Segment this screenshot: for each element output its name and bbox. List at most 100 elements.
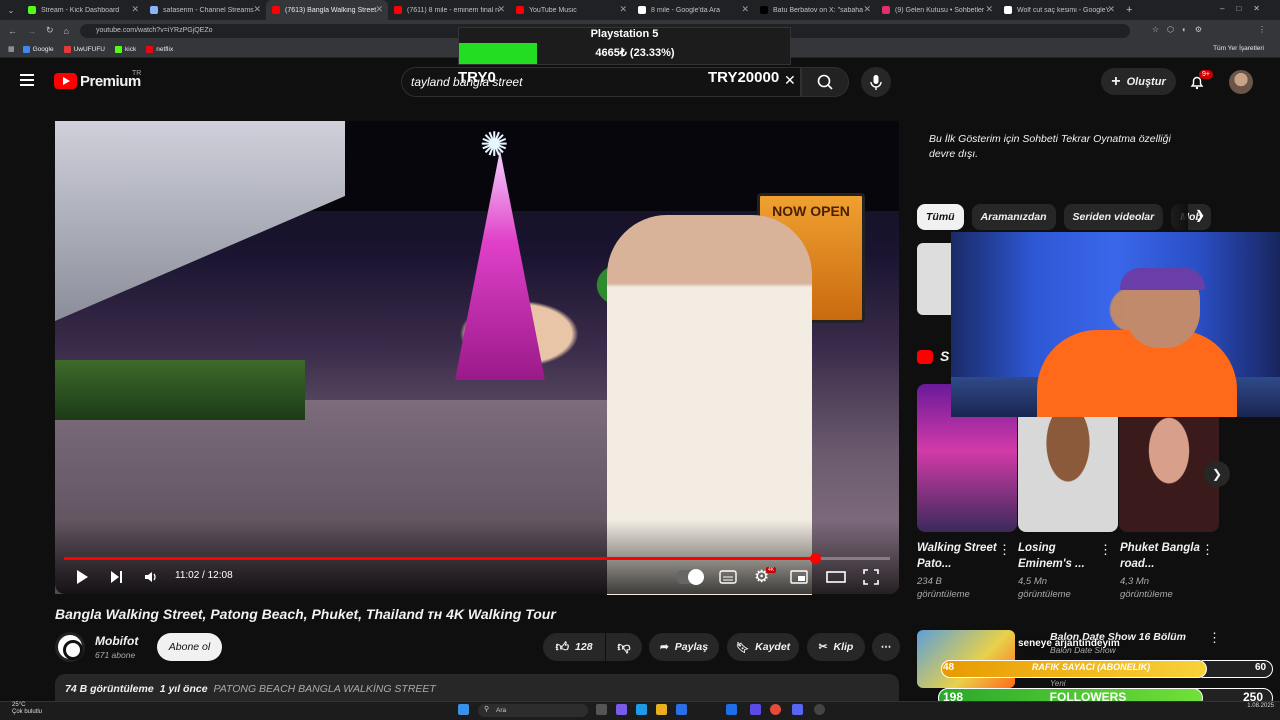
like-button[interactable]: 👍︎ 128 (543, 633, 605, 661)
new-tab-button[interactable]: + (1126, 4, 1132, 16)
close-tab-icon[interactable]: ✕ (985, 4, 993, 15)
reload-icon[interactable]: ↻ (46, 25, 54, 36)
notification-badge: 9+ (1199, 70, 1213, 79)
bookmark-favicon-icon (146, 45, 154, 53)
close-tab-icon[interactable]: ✕ (741, 4, 749, 15)
avatar[interactable] (1229, 70, 1253, 94)
close-tab-icon[interactable]: ✕ (253, 4, 261, 15)
search-button[interactable] (801, 67, 849, 97)
tab-6[interactable]: 8 mile - Google'da Ara ✕ (632, 0, 754, 20)
seek-handle[interactable] (810, 553, 821, 564)
windows-start-icon[interactable] (458, 704, 469, 715)
more-icon: ⋯ (880, 641, 892, 653)
clip-button[interactable]: ✂ Klip (807, 633, 865, 661)
play-icon[interactable] (74, 569, 90, 588)
dislike-button[interactable]: 👎︎ (606, 633, 642, 661)
close-tab-icon[interactable]: ✕ (1107, 4, 1115, 15)
channel-avatar[interactable] (55, 632, 85, 662)
obs-icon[interactable] (814, 704, 825, 715)
autoplay-toggle[interactable] (676, 569, 704, 585)
back-icon[interactable]: ← (8, 26, 17, 36)
weather-widget[interactable]: 25°C Çok bulutlu (12, 702, 42, 716)
bookmark-1[interactable]: Google (22, 45, 54, 53)
all-bookmarks[interactable]: Tüm Yer İşaretleri (1213, 45, 1264, 52)
edge-icon[interactable] (636, 704, 647, 715)
quality-badge: 4K (766, 567, 777, 573)
short-title-2[interactable]: Losing Eminem's ... (1018, 540, 1098, 572)
app-icon-1[interactable] (616, 704, 627, 715)
subtitles-icon[interactable] (719, 570, 737, 587)
theater-mode-icon[interactable] (826, 570, 846, 587)
close-tab-icon[interactable]: ✕ (131, 4, 139, 15)
bookmark-3[interactable]: kick (115, 45, 136, 53)
forward-icon[interactable]: → (27, 26, 36, 36)
taskbar-search[interactable]: Ara (478, 704, 588, 717)
discord-icon[interactable] (792, 704, 803, 715)
close-tab-icon[interactable]: ✕ (619, 4, 627, 15)
filter-chip-2[interactable]: Aramanızdan (971, 204, 1056, 230)
balon-thumbnail[interactable] (917, 630, 1015, 688)
tab-4[interactable]: (7611) 8 mile - eminem final ro... ✕ (388, 0, 510, 20)
filter-chip-3[interactable]: Seriden videolar (1063, 204, 1164, 230)
tab-3[interactable]: (7613) Bangla Walking Street, P...✕ (266, 0, 388, 20)
window-controls[interactable]: –□✕ (1220, 4, 1272, 13)
bookmark-label: netflix (156, 45, 174, 53)
taskbar-clock[interactable]: 1.08.2025 (1218, 703, 1274, 710)
thumbs-down-icon: 👎︎ (617, 639, 631, 654)
youtube-logo-icon[interactable] (54, 73, 77, 89)
filter-chip-1[interactable]: Tümü (917, 204, 964, 230)
teams-icon[interactable] (750, 704, 761, 715)
tab-title: Stream - Kick Dashboard (41, 6, 120, 14)
short-title-1[interactable]: Walking Street Pato... (917, 540, 997, 572)
chrome-icon[interactable] (770, 704, 781, 715)
short-title-3[interactable]: Phuket Bangla road... (1120, 540, 1200, 572)
save-button[interactable]: 🔖︎ Kaydet (727, 633, 799, 661)
channel-name[interactable]: Mobifot (95, 634, 138, 648)
tab-favicon-icon (516, 6, 524, 14)
video-tags[interactable]: PATONG BEACH BANGLA WALKİNG STREET (214, 683, 436, 695)
close-tab-icon[interactable]: ✕ (863, 4, 871, 15)
explorer-icon[interactable] (656, 704, 667, 715)
clear-search-icon[interactable]: ✕ (784, 72, 796, 89)
tab-9[interactable]: Wolf cut saç kesimi - Google'da...✕ (998, 0, 1120, 20)
tab-1[interactable]: Stream - Kick Dashboard ✕ (22, 0, 144, 20)
short-more-icon-3[interactable]: ⋮ (1201, 542, 1214, 558)
task-view-icon[interactable] (596, 704, 607, 715)
shorts-next-button[interactable]: ❯ (1204, 461, 1230, 487)
miniplayer-icon[interactable] (790, 570, 808, 587)
short-more-icon-1[interactable]: ⋮ (998, 542, 1011, 558)
create-button[interactable]: + Oluştur (1101, 68, 1176, 95)
bookmark-4[interactable]: netflix (146, 45, 174, 53)
bookmark-2[interactable]: UwUFUFU (63, 45, 105, 53)
share-button[interactable]: ➦ Paylaş (649, 633, 719, 661)
volume-icon[interactable] (144, 570, 160, 587)
chips-next-icon[interactable]: ❯ (1195, 208, 1205, 222)
tab-favicon-icon (760, 6, 768, 14)
tab-search-icon[interactable]: ⌄ (0, 0, 22, 20)
next-icon[interactable] (109, 570, 125, 587)
short-more-icon-2[interactable]: ⋮ (1099, 542, 1112, 558)
apps-icon[interactable]: ▦ (8, 45, 15, 53)
share-icon: ➦ (659, 641, 669, 653)
tab-2[interactable]: safaserim - Channel Streams or...✕ (144, 0, 266, 20)
store-icon[interactable] (676, 704, 687, 715)
tab-7[interactable]: Batu Berbatov on X: "sabaha ka...✕ (754, 0, 876, 20)
voice-search-button[interactable] (861, 67, 891, 97)
bookmark-favicon-icon (22, 45, 30, 53)
tab-8[interactable]: (9) Gelen Kutusu • Sohbetler ✕ (876, 0, 998, 20)
menu-icon[interactable]: ⋮ (1258, 25, 1266, 34)
mail-icon[interactable] (726, 704, 737, 715)
fullscreen-icon[interactable] (863, 569, 879, 588)
balon-more-icon[interactable]: ⋮ (1208, 630, 1221, 646)
short-views-2: 4,5 Mn görüntüleme (1018, 576, 1071, 600)
toolbar-icons[interactable]: ☆⬡◐⚙ (1152, 25, 1210, 34)
tab-bar: ⌄ Stream - Kick Dashboard ✕ safaserim - Ch… (0, 0, 1280, 20)
more-actions-button[interactable]: ⋯ (872, 633, 900, 661)
menu-hamburger-icon[interactable] (20, 74, 34, 86)
tab-5[interactable]: YouTube Music ✕ (510, 0, 632, 20)
home-icon[interactable]: ⌂ (64, 26, 69, 36)
close-tab-icon[interactable]: ✕ (375, 4, 383, 15)
subscribe-button[interactable]: Abone ol (157, 633, 222, 661)
close-tab-icon[interactable]: ✕ (497, 4, 505, 15)
video-scene-sign-text: NOW OPEN (772, 203, 850, 219)
